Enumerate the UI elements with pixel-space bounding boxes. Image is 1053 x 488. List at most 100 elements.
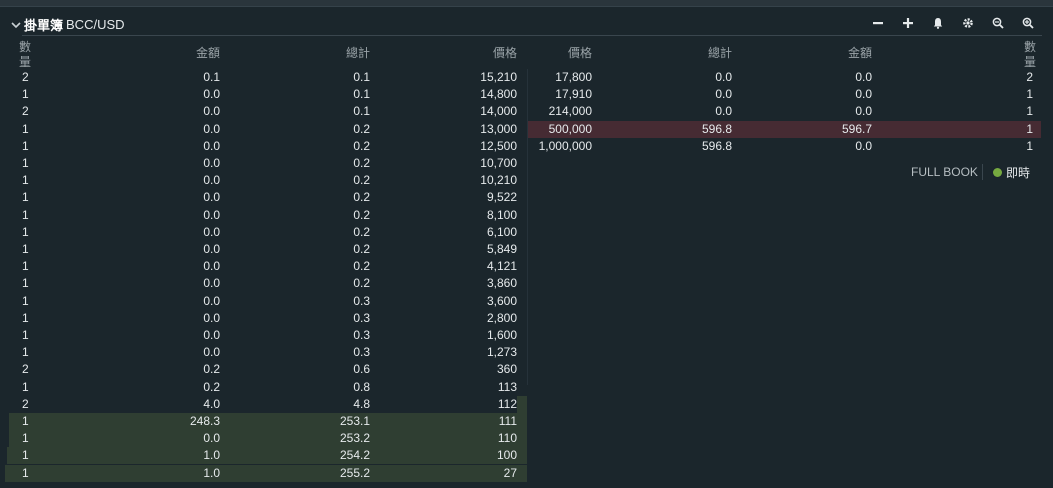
header-divider bbox=[22, 35, 1042, 36]
bid-row[interactable]: 1 0.0 0.3 3,600 bbox=[0, 293, 527, 310]
ask-row[interactable]: 17,910 0.0 0.0 1 bbox=[527, 86, 1041, 103]
bid-price: 5,849 bbox=[486, 242, 517, 256]
bid-row[interactable]: 1 0.0 0.2 6,100 bbox=[0, 224, 527, 241]
bid-count: 1 bbox=[22, 293, 29, 308]
live-toggle[interactable]: 即時 bbox=[993, 164, 1030, 181]
decrease-precision-button[interactable] bbox=[863, 15, 893, 31]
settings-button[interactable] bbox=[953, 15, 983, 31]
ask-count: 1 bbox=[1026, 138, 1033, 153]
bid-row[interactable]: 1 0.0 0.2 10,210 bbox=[0, 172, 527, 189]
bid-row[interactable]: 1 0.0 0.2 3,860 bbox=[0, 275, 527, 292]
panel-toolbar bbox=[863, 15, 1043, 31]
minus-icon bbox=[873, 22, 883, 25]
bid-row[interactable]: 1 0.0 0.2 12,500 bbox=[0, 138, 527, 155]
zoom-in-button[interactable] bbox=[1013, 15, 1043, 31]
bid-total: 0.3 bbox=[353, 310, 370, 325]
bid-amount: 0.2 bbox=[203, 362, 220, 377]
ask-price: 17,800 bbox=[555, 70, 592, 84]
bid-price: 9,522 bbox=[486, 190, 517, 205]
bid-row[interactable]: 1 0.2 0.8 113 bbox=[0, 379, 527, 396]
bid-row[interactable]: 1 0.0 0.2 4,121 bbox=[0, 258, 527, 275]
bid-amount: 0.0 bbox=[203, 173, 220, 188]
bid-count: 2 bbox=[22, 104, 29, 119]
alerts-button[interactable] bbox=[923, 15, 953, 31]
ask-row[interactable]: 17,800 0.0 0.0 2 bbox=[527, 69, 1041, 86]
asks-header-total: 總計 bbox=[707, 46, 732, 60]
bid-row[interactable]: 1 0.0 253.2 110 bbox=[0, 430, 527, 447]
bid-amount: 0.0 bbox=[203, 328, 220, 342]
bid-row[interactable]: 2 0.2 0.6 360 bbox=[0, 361, 527, 378]
bid-row[interactable]: 1 0.0 0.2 5,849 bbox=[0, 241, 527, 258]
bid-total: 0.2 bbox=[353, 138, 370, 153]
bid-count: 1 bbox=[22, 448, 29, 463]
zoom-out-button[interactable] bbox=[983, 15, 1013, 31]
bid-row[interactable]: 2 0.0 0.1 14,000 bbox=[0, 103, 527, 120]
ask-total: 596.8 bbox=[701, 138, 732, 153]
ask-row[interactable]: 1,000,000 596.8 0.0 1 bbox=[527, 138, 1041, 155]
bid-amount: 0.0 bbox=[203, 242, 220, 256]
bid-amount: 248.3 bbox=[189, 414, 220, 428]
ask-count: 1 bbox=[1026, 121, 1033, 136]
ask-amount: 0.0 bbox=[855, 138, 872, 153]
bell-icon bbox=[933, 18, 943, 29]
chevron-down-icon[interactable] bbox=[10, 19, 22, 31]
ask-total: 596.8 bbox=[701, 121, 732, 136]
bid-total: 0.2 bbox=[353, 242, 370, 256]
bid-row[interactable]: 1 248.3 253.1 111 bbox=[0, 413, 527, 430]
bids-header-total: 總計 bbox=[345, 46, 370, 60]
increase-precision-button[interactable] bbox=[893, 15, 923, 31]
bid-count: 1 bbox=[22, 310, 29, 325]
bid-price: 113 bbox=[497, 379, 517, 394]
bid-total: 0.6 bbox=[353, 362, 370, 377]
bid-row[interactable]: 1 0.0 0.3 1,600 bbox=[0, 327, 527, 344]
ask-total: 0.0 bbox=[715, 70, 732, 84]
bid-amount: 0.2 bbox=[203, 379, 220, 394]
bid-amount: 0.0 bbox=[203, 259, 220, 274]
bid-row[interactable]: 2 4.0 4.8 112 bbox=[0, 396, 527, 413]
bid-amount: 4.0 bbox=[203, 396, 220, 411]
bid-amount: 0.0 bbox=[203, 156, 220, 170]
bids-header-count-1: 數 bbox=[19, 40, 32, 54]
bid-row[interactable]: 1 0.0 0.1 14,800 bbox=[0, 86, 527, 103]
zoom-in-icon bbox=[1022, 17, 1034, 29]
bid-amount: 0.1 bbox=[203, 70, 220, 84]
panel-pair: BCC/USD bbox=[66, 17, 125, 32]
bid-total: 253.1 bbox=[339, 414, 370, 428]
bid-amount: 1.0 bbox=[203, 465, 220, 480]
bid-amount: 0.0 bbox=[203, 121, 220, 136]
bid-count: 1 bbox=[22, 328, 29, 342]
bid-row[interactable]: 1 0.0 0.2 10,700 bbox=[0, 155, 527, 172]
panel-title-text: 掛單簿 bbox=[24, 18, 64, 33]
ask-price: 17,910 bbox=[555, 87, 592, 102]
bid-count: 1 bbox=[22, 138, 29, 153]
bid-count: 2 bbox=[22, 362, 29, 377]
bid-count: 2 bbox=[22, 70, 29, 84]
bid-row[interactable]: 1 1.0 255.2 27 bbox=[0, 465, 527, 482]
ask-row[interactable]: 214,000 0.0 0.0 1 bbox=[527, 103, 1041, 120]
bid-amount: 0.0 bbox=[203, 310, 220, 325]
zoom-out-icon bbox=[992, 17, 1004, 29]
bid-row[interactable]: 1 0.0 0.2 9,522 bbox=[0, 189, 527, 206]
bid-row[interactable]: 1 0.0 0.3 2,800 bbox=[0, 310, 527, 327]
bid-count: 1 bbox=[22, 173, 29, 188]
bid-row[interactable]: 1 0.0 0.2 13,000 bbox=[0, 121, 527, 138]
bid-total: 0.2 bbox=[353, 121, 370, 136]
bid-price: 1,600 bbox=[486, 328, 517, 342]
panel-title[interactable]: 掛單簿 BCC/USD bbox=[10, 15, 125, 34]
live-status-dot-icon bbox=[993, 168, 1002, 177]
bid-total: 0.1 bbox=[353, 70, 370, 84]
bid-row[interactable]: 1 0.0 0.2 8,100 bbox=[0, 207, 527, 224]
bid-total: 0.3 bbox=[353, 345, 370, 360]
bid-price: 100 bbox=[496, 448, 517, 463]
ask-row[interactable]: 500,000 596.8 596.7 1 bbox=[527, 121, 1041, 138]
bid-row[interactable]: 1 1.0 254.2 100 bbox=[0, 447, 527, 464]
full-book-link[interactable]: FULL BOOK bbox=[911, 165, 978, 179]
bid-amount: 0.0 bbox=[203, 431, 220, 446]
bid-price: 4,121 bbox=[486, 259, 517, 274]
bid-count: 1 bbox=[22, 87, 29, 102]
bid-row[interactable]: 1 0.0 0.3 1,273 bbox=[0, 344, 527, 361]
bid-count: 1 bbox=[22, 156, 29, 170]
bid-total: 0.2 bbox=[353, 259, 370, 274]
bid-row[interactable]: 2 0.1 0.1 15,210 bbox=[0, 69, 527, 86]
bids-header-price: 價格 bbox=[492, 46, 517, 60]
